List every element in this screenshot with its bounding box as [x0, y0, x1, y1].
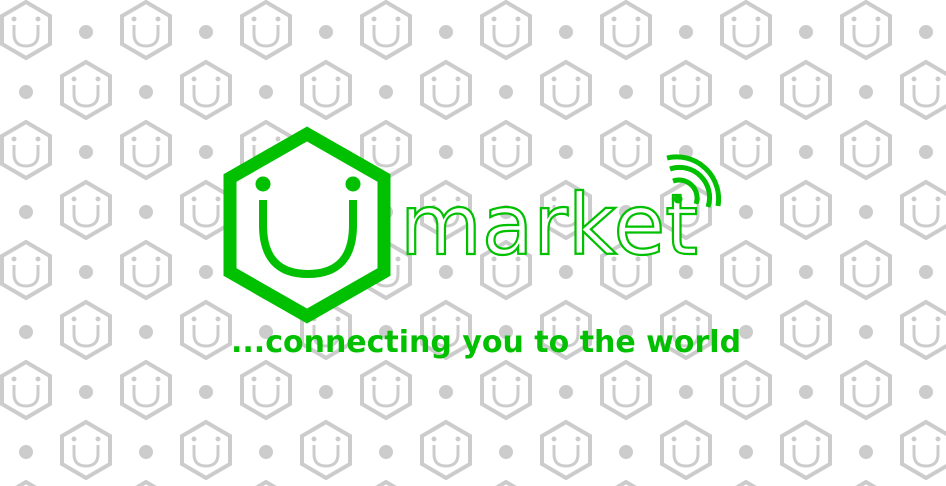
brand-name: market	[400, 176, 698, 274]
left-eye-icon	[255, 176, 271, 192]
logo: market ...connecting you to the world	[223, 126, 741, 360]
right-eye-icon	[345, 176, 361, 192]
tagline: ...connecting you to the world	[231, 325, 741, 360]
hexagon-smile-logo	[223, 126, 391, 324]
banner: market ...connecting you to the world	[0, 0, 946, 486]
